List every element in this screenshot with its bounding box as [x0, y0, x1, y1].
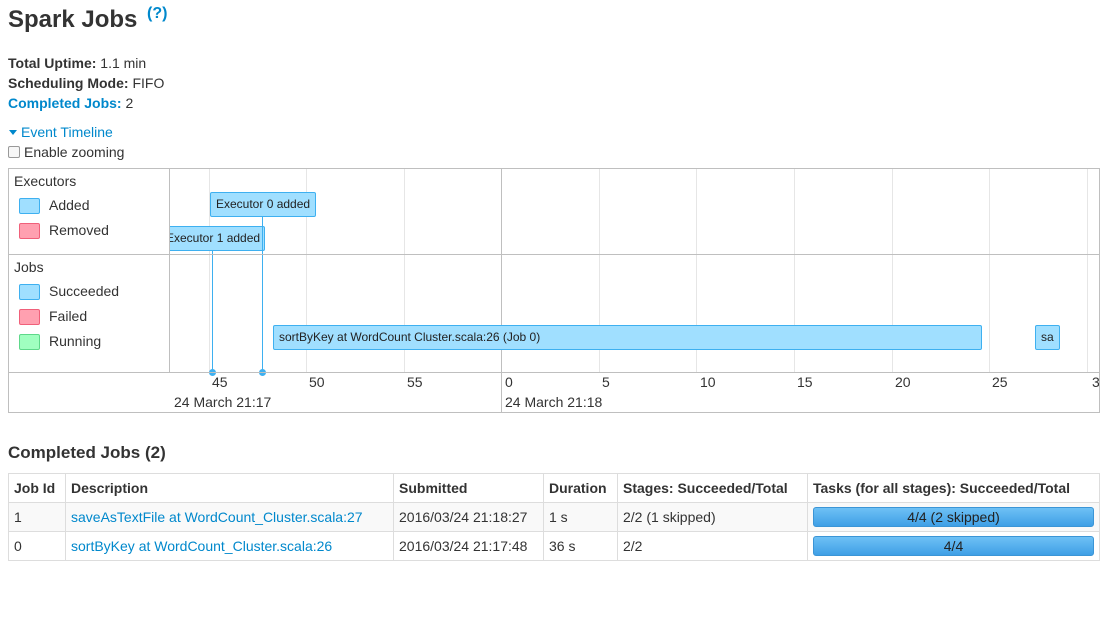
- enable-zooming-label[interactable]: Enable zooming: [24, 144, 124, 160]
- event-timeline-label[interactable]: Event Timeline: [21, 124, 113, 140]
- grid-line: [1087, 169, 1088, 372]
- group-separator: [9, 254, 1099, 255]
- legend-label: Removed: [49, 222, 109, 238]
- table-row: 1 saveAsTextFile at WordCount_Cluster.sc…: [8, 502, 1100, 532]
- help-link[interactable]: (?): [147, 5, 167, 23]
- tasks-cell: 4/4: [807, 531, 1100, 561]
- submitted-cell: 2016/03/24 21:17:48: [393, 531, 544, 561]
- axis-tick: 20: [895, 374, 911, 390]
- axis-tick: 25: [992, 374, 1008, 390]
- tasks-cell: 4/4 (2 skipped): [807, 502, 1100, 532]
- axis-tick: 3: [1092, 374, 1100, 390]
- executor-1-added-event[interactable]: Executor 1 added: [170, 226, 265, 251]
- timeline-group-labels: Executors Added Removed Jobs Succeeded F…: [9, 169, 170, 372]
- completed-jobs-table: Job Id Description Submitted Duration St…: [8, 473, 1100, 561]
- executors-group-title: Executors: [14, 173, 77, 189]
- event-timeline-toggle[interactable]: Event Timeline: [8, 124, 113, 140]
- summary-list: Total Uptime: 1.1 min Scheduling Mode: F…: [8, 53, 164, 113]
- added-swatch: [19, 198, 40, 214]
- stages-cell: 2/2: [617, 531, 808, 561]
- column-header-description[interactable]: Description: [65, 473, 394, 503]
- grid-line: [989, 169, 990, 372]
- summary-scheduling-mode: Scheduling Mode: FIFO: [8, 73, 164, 93]
- axis-tick: 15: [797, 374, 813, 390]
- axis-date-label: 24 March 21:18: [505, 394, 603, 410]
- column-header-duration[interactable]: Duration: [543, 473, 618, 503]
- summary-uptime: Total Uptime: 1.1 min: [8, 53, 164, 73]
- column-header-submitted[interactable]: Submitted: [393, 473, 544, 503]
- executor-0-added-event[interactable]: Executor 0 added: [210, 192, 316, 217]
- legend-label: Failed: [49, 308, 88, 324]
- legend-label: Added: [49, 197, 90, 213]
- executor-1-marker-line: [212, 251, 213, 372]
- summary-completed-jobs: Completed Jobs: 2: [8, 93, 164, 113]
- uptime-label: Total Uptime:: [8, 55, 97, 71]
- axis-tick: 0: [505, 374, 513, 390]
- description-cell: saveAsTextFile at WordCount_Cluster.scal…: [65, 502, 394, 532]
- axis-separator: [9, 372, 1099, 373]
- scheduling-mode-label: Scheduling Mode:: [8, 75, 129, 91]
- stages-cell: 2/2 (1 skipped): [617, 502, 808, 532]
- axis-tick: 55: [407, 374, 423, 390]
- axis-tick: 5: [602, 374, 610, 390]
- timeline-canvas[interactable]: Executor 0 added Executor 1 added sortBy…: [170, 169, 1100, 412]
- job-id-cell: 0: [8, 531, 66, 561]
- enable-zooming-checkbox[interactable]: Enable zooming: [8, 144, 124, 160]
- axis-tick: 10: [700, 374, 716, 390]
- failed-swatch: [19, 309, 40, 325]
- help-icon[interactable]: (?): [147, 5, 167, 22]
- running-swatch: [19, 334, 40, 350]
- caret-down-icon: [9, 129, 17, 135]
- checkbox-icon[interactable]: [8, 146, 20, 158]
- completed-jobs-link[interactable]: Completed Jobs:: [8, 95, 122, 111]
- axis-date-label: 24 March 21:17: [174, 394, 272, 410]
- column-header-stages[interactable]: Stages: Succeeded/Total: [617, 473, 808, 503]
- axis-tick: 50: [309, 374, 325, 390]
- column-header-tasks[interactable]: Tasks (for all stages): Succeeded/Total: [807, 473, 1100, 503]
- job-1-event[interactable]: sa: [1035, 325, 1060, 350]
- legend-label: Succeeded: [49, 283, 120, 299]
- submitted-cell: 2016/03/24 21:18:27: [393, 502, 544, 532]
- event-timeline: Executors Added Removed Jobs Succeeded F…: [8, 168, 1100, 413]
- scheduling-mode-value: FIFO: [132, 75, 165, 91]
- executor-0-marker-line: [262, 217, 263, 372]
- job-id-cell: 1: [8, 502, 66, 532]
- duration-cell: 1 s: [543, 502, 618, 532]
- table-row: 0 sortByKey at WordCount_Cluster.scala:2…: [8, 531, 1100, 561]
- tasks-progress-bar: 4/4: [813, 536, 1094, 556]
- job-description-link[interactable]: saveAsTextFile at WordCount_Cluster.scal…: [71, 509, 363, 525]
- tasks-progress-bar: 4/4 (2 skipped): [813, 507, 1094, 527]
- page-title: Spark Jobs: [8, 6, 138, 33]
- job-0-event[interactable]: sortByKey at WordCount Cluster.scala:26 …: [273, 325, 982, 350]
- succeeded-swatch: [19, 284, 40, 300]
- axis-tick: 45: [212, 374, 228, 390]
- completed-jobs-count: 2: [125, 95, 134, 111]
- description-cell: sortByKey at WordCount_Cluster.scala:26: [65, 531, 394, 561]
- completed-jobs-heading[interactable]: Completed Jobs (2): [8, 443, 166, 463]
- column-header-job-id[interactable]: Job Id: [8, 473, 66, 503]
- removed-swatch: [19, 223, 40, 239]
- duration-cell: 36 s: [543, 531, 618, 561]
- job-description-link[interactable]: sortByKey at WordCount_Cluster.scala:26: [71, 538, 332, 554]
- legend-label: Running: [49, 333, 102, 349]
- uptime-value: 1.1 min: [100, 55, 147, 71]
- table-header-row: Job Id Description Submitted Duration St…: [8, 473, 1100, 503]
- grid-line-major: [501, 169, 502, 412]
- jobs-group-title: Jobs: [14, 259, 44, 275]
